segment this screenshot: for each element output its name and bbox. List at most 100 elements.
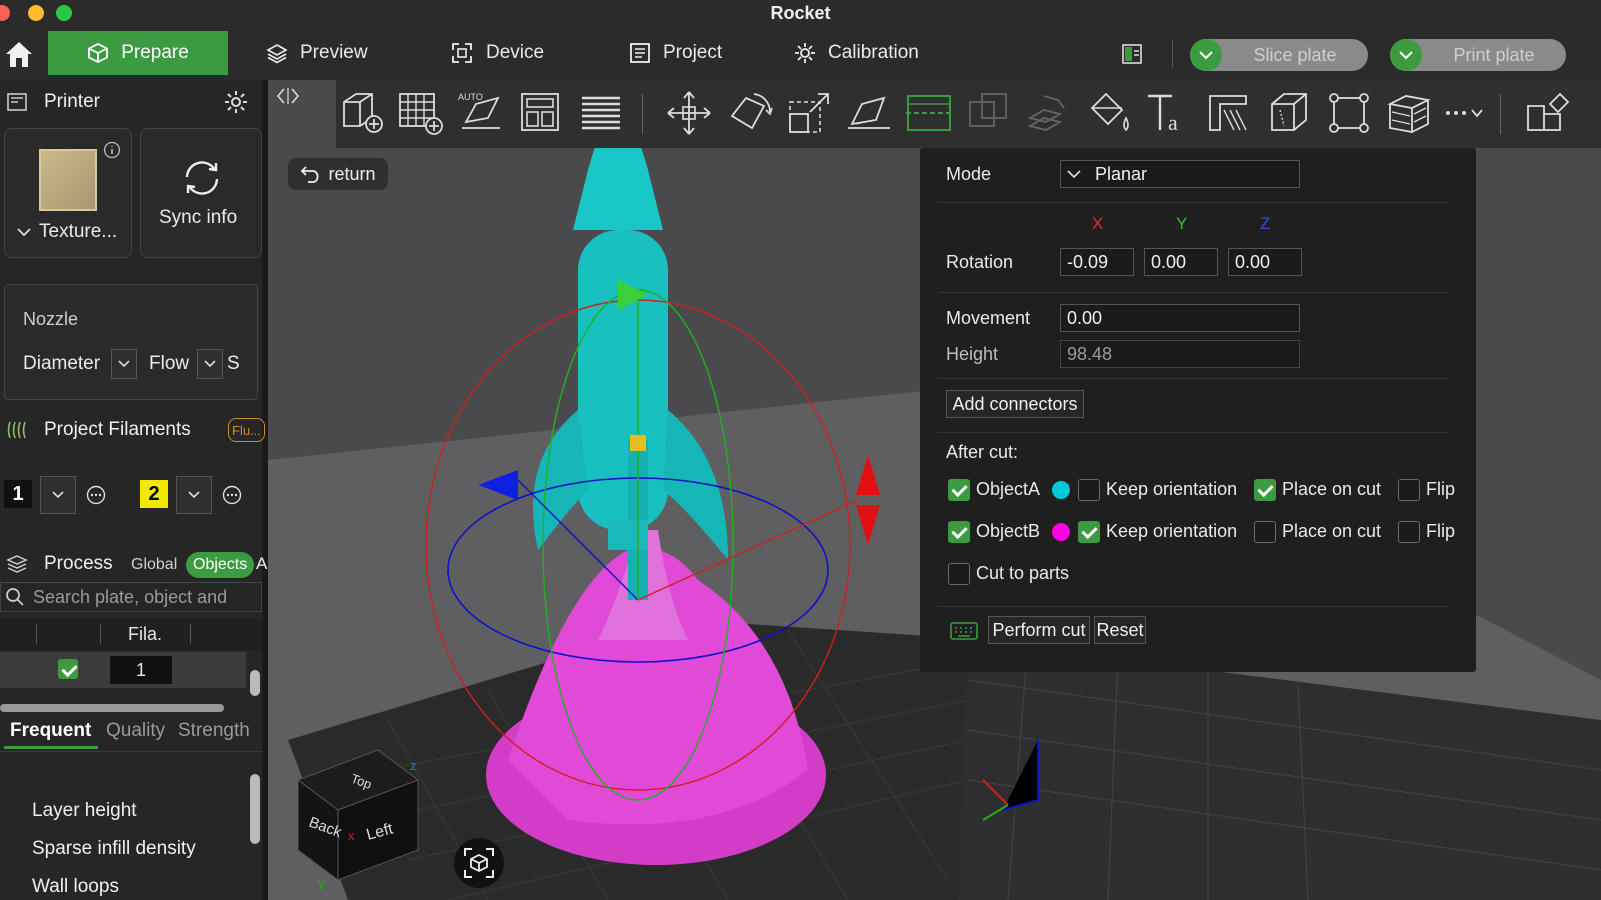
list-item[interactable]: Layer height [32, 800, 137, 822]
nozzle-title: Nozzle [23, 309, 79, 329]
assembly-view-icon[interactable] [1522, 88, 1572, 138]
seam-paint-icon[interactable] [1264, 88, 1314, 138]
object-filament-cell[interactable]: 1 [110, 656, 172, 684]
flow-dropdown[interactable] [197, 349, 223, 379]
filament-slot-2[interactable]: 2 [140, 480, 168, 508]
chevron-down-icon [52, 491, 64, 499]
layers-list-icon[interactable] [576, 88, 626, 138]
object-b-place-on-cut-checkbox[interactable] [1254, 521, 1276, 543]
keyboard-icon[interactable] [950, 622, 978, 640]
toolbar-separator [1500, 94, 1501, 134]
settings-scrollbar[interactable] [250, 774, 260, 844]
object-enable-checkbox[interactable] [58, 659, 78, 679]
calibration-icon [795, 43, 815, 63]
arrange-icon[interactable] [516, 88, 566, 138]
process-objects-toggle[interactable]: Objects [186, 552, 255, 578]
object-a-keep-orientation-checkbox[interactable] [1078, 479, 1100, 501]
add-cube-icon[interactable] [336, 88, 386, 138]
tab-calibration[interactable]: Calibration [794, 31, 919, 75]
object-a-place-on-cut-checkbox[interactable] [1254, 479, 1276, 501]
svg-text:AUTO: AUTO [458, 92, 483, 102]
filament-1-dropdown[interactable] [40, 476, 76, 514]
more-tools-icon[interactable] [1438, 88, 1488, 138]
rotation-z-input[interactable]: 0.00 [1228, 248, 1302, 276]
return-button[interactable]: return [288, 158, 388, 190]
flush-badge[interactable]: Flu... [228, 418, 265, 442]
more-options-icon[interactable] [222, 485, 242, 505]
list-item[interactable]: Wall loops [32, 876, 119, 898]
table-row[interactable]: 1 [0, 652, 246, 688]
view-cube-x-axis: x [348, 828, 355, 843]
tab-frequent[interactable]: Frequent [10, 720, 91, 742]
tab-preview-label: Preview [300, 42, 368, 63]
tab-preview[interactable]: Preview [266, 31, 368, 75]
rotation-label: Rotation [946, 252, 1014, 272]
rotate-icon[interactable] [724, 88, 774, 138]
filament-2-dropdown[interactable] [176, 476, 212, 514]
layers-icon [266, 44, 288, 64]
object-b-flip-checkbox[interactable] [1398, 521, 1420, 543]
support-paint-icon[interactable] [1204, 88, 1254, 138]
reset-button[interactable]: Reset [1094, 616, 1146, 644]
more-options-icon[interactable] [86, 485, 106, 505]
slice-dropdown[interactable] [1190, 39, 1222, 71]
tab-prepare[interactable]: Prepare [48, 31, 228, 75]
tab-project[interactable]: Project [629, 31, 722, 75]
split-icon[interactable] [1024, 88, 1074, 138]
auto-orient-icon[interactable]: AUTO [456, 88, 506, 138]
print-dropdown[interactable] [1390, 39, 1422, 71]
mode-value: Planar [1095, 163, 1148, 184]
rotation-y-input[interactable]: 0.00 [1144, 248, 1218, 276]
info-icon[interactable] [103, 141, 121, 159]
object-b-checkbox[interactable] [948, 521, 970, 543]
list-item[interactable]: Sparse infill density [32, 838, 196, 860]
rotation-x-input[interactable]: -0.09 [1060, 248, 1134, 276]
object-b-keep-orientation-checkbox[interactable] [1078, 521, 1100, 543]
movement-input[interactable]: 0.00 [1060, 304, 1300, 332]
add-plate-icon[interactable] [396, 88, 446, 138]
collapse-sidebar-icon[interactable] [274, 85, 302, 107]
boolean-icon[interactable] [964, 88, 1014, 138]
plate-type-card[interactable]: Texture... [4, 128, 132, 258]
process-global-toggle[interactable]: Global [124, 552, 184, 578]
view-cube[interactable]: Top Back Left x y z [298, 740, 428, 890]
home-icon[interactable] [4, 40, 34, 68]
view-cube-y-axis: y [318, 875, 325, 890]
tab-device[interactable]: Device [450, 31, 544, 75]
printer-icon [7, 93, 27, 111]
measure-icon[interactable] [1324, 88, 1374, 138]
scale-icon[interactable] [784, 88, 834, 138]
move-icon[interactable] [664, 88, 714, 138]
filament-slot-1[interactable]: 1 [4, 480, 32, 508]
title-bar: Rocket [0, 0, 1601, 26]
paint-bucket-icon[interactable] [1084, 88, 1134, 138]
tab-quality[interactable]: Quality [106, 720, 165, 742]
tab-strength[interactable]: Strength [178, 720, 250, 742]
divider [938, 432, 1448, 433]
table-scrollbar[interactable] [250, 670, 260, 696]
cube-icon [88, 42, 109, 64]
search-icon [6, 588, 24, 606]
cut-to-parts-checkbox[interactable] [948, 563, 970, 585]
diameter-dropdown[interactable] [111, 349, 137, 379]
view-reset-button[interactable] [454, 838, 504, 888]
mode-select[interactable]: Planar [1060, 160, 1300, 188]
sync-info-button[interactable]: Sync info [140, 128, 262, 258]
print-plate-button[interactable]: Print plate [1390, 39, 1566, 71]
lay-on-face-icon[interactable] [844, 88, 894, 138]
divider [938, 606, 1448, 607]
cut-tool-icon[interactable] [904, 88, 954, 138]
chevron-down-icon [1067, 170, 1081, 179]
perform-cut-button[interactable]: Perform cut [988, 616, 1090, 644]
layout-toggle-icon[interactable] [1122, 44, 1142, 64]
add-connectors-button[interactable]: Add connectors [946, 390, 1084, 418]
variable-layer-icon[interactable] [1384, 88, 1434, 138]
table-horizontal-scrollbar[interactable] [0, 704, 224, 712]
chevron-down-icon [118, 360, 130, 368]
object-a-flip-checkbox[interactable] [1398, 479, 1420, 501]
text-tool-icon[interactable]: a [1144, 88, 1194, 138]
slice-plate-button[interactable]: Slice plate [1190, 39, 1368, 71]
object-a-checkbox[interactable] [948, 479, 970, 501]
search-box[interactable]: Search plate, object and [0, 582, 262, 612]
gear-icon[interactable] [224, 90, 248, 114]
